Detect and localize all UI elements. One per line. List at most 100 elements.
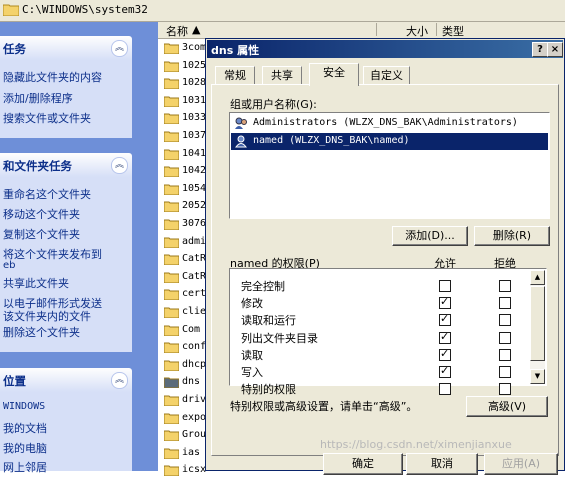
folder-icon [164,342,179,354]
apply-button[interactable]: 应用(A) [484,453,558,475]
column-header: 名称 ▲ 大小 类型 [158,22,565,39]
task-link[interactable]: 删除这个文件夹 [3,324,80,340]
folder-icon [164,78,179,90]
file-name: dhcp [182,358,207,370]
folder-icon [164,430,179,442]
allow-checkbox[interactable] [439,280,451,292]
tab-security[interactable]: 安全 [309,63,359,86]
panel-body-places: WINDOWS 我的文档 我的电脑 网上邻居 [0,392,132,474]
place-link[interactable]: 我的文档 [3,420,47,436]
folder-icon [164,184,179,195]
user-row-administrators[interactable]: Administrators (WLZX_DNS_BAK\Administrat… [231,115,548,132]
allow-checkbox[interactable] [439,330,451,344]
address-bar[interactable]: C:\WINDOWS\system32 [0,0,565,22]
user-icon [235,135,247,148]
permission-name: 完全控制 [241,280,285,293]
group-label: 组或用户名称(G): [230,98,317,111]
file-name: Com [182,323,201,335]
task-link[interactable]: eb [3,260,16,271]
help-button[interactable]: ? [532,42,548,57]
allow-checkbox[interactable] [439,347,451,361]
panel-header-folder-tasks[interactable]: 和文件夹任务 ︽ [0,153,132,177]
folder-icon [164,307,179,318]
file-name: CatR [182,253,207,265]
permission-row: 读取 [241,346,531,363]
column-separator[interactable] [376,23,377,36]
task-link[interactable]: 复制这个文件夹 [3,226,80,242]
close-button[interactable]: × [547,42,563,57]
panel-title: 位置 [3,374,26,388]
deny-checkbox[interactable] [499,280,511,292]
collapse-chevron-icon[interactable]: ︽ [111,372,128,389]
task-link[interactable]: 移动这个文件夹 [3,206,80,222]
task-link[interactable]: 重命名这个文件夹 [3,186,91,202]
user-row-named[interactable]: named (WLZX_DNS_BAK\named) [231,133,548,150]
panel-header-tasks[interactable]: 任务 ︽ [0,36,132,60]
tab-customize[interactable]: 自定义 [363,66,410,85]
task-pane: 任务 ︽ 隐藏此文件夹的内容 添加/删除程序 搜索文件或文件夹 和文件夹任务 ︽… [0,22,158,474]
permission-name: 写入 [241,366,263,379]
permission-name: 读取 [241,348,263,362]
folder-icon [164,43,179,54]
file-name: 1037 [182,130,207,141]
task-link[interactable]: 添加/删除程序 [3,90,73,106]
tab-general[interactable]: 常规 [215,66,255,85]
cancel-button[interactable]: 取消 [406,453,478,475]
task-link[interactable]: 搜索文件或文件夹 [3,110,91,126]
add-button[interactable]: 添加(D)... [392,226,468,246]
dialog-titlebar[interactable]: dns 属性 ? × [207,40,563,58]
allow-checkbox[interactable] [439,312,451,327]
advanced-button[interactable]: 高级(V) [466,396,548,417]
deny-checkbox[interactable] [499,331,511,344]
deny-checkbox[interactable] [499,348,511,361]
column-name[interactable]: 名称 [166,23,188,39]
user-group-icon [235,117,247,129]
file-name: expo [182,411,207,423]
deny-checkbox[interactable] [499,314,511,327]
task-link[interactable]: 隐藏此文件夹的内容 [3,69,102,85]
place-link[interactable]: 我的电脑 [3,440,47,456]
folder-icon [164,237,179,248]
file-name: 1031 [182,94,207,106]
file-name: dns [182,376,201,388]
allow-checkbox[interactable] [439,295,451,310]
ok-button[interactable]: 确定 [323,453,403,475]
task-link[interactable]: 该文件夹内的文件 [3,308,91,324]
place-link[interactable]: WINDOWS [3,401,45,412]
folder-icon [164,360,179,371]
column-type[interactable]: 类型 [442,23,464,39]
deny-checkbox[interactable] [499,366,511,378]
folder-icon [164,131,179,142]
task-link[interactable]: 将这个文件夹发布到 [3,246,102,262]
place-link[interactable]: 网上邻居 [3,459,47,475]
task-link[interactable]: 共享此文件夹 [3,275,69,291]
folder-icon [164,272,179,283]
folder-icon [164,149,179,160]
file-name: CatR [182,270,207,282]
file-name: 3com [182,42,207,53]
file-name: cert [182,288,207,300]
deny-checkbox[interactable] [499,297,511,310]
file-name: 2052 [182,200,207,212]
permission-row: 特别的权限 [241,380,531,397]
column-separator[interactable] [436,23,437,36]
remove-button[interactable]: 删除(R) [474,226,550,246]
scroll-up-arrow-icon[interactable]: ▲ [530,270,545,285]
tab-sharing[interactable]: 共享 [262,66,302,85]
scroll-thumb[interactable] [530,286,545,361]
file-name: icsx [182,464,207,476]
allow-checkbox[interactable] [439,364,451,378]
permission-name: 读取和运行 [241,314,296,328]
folder-icon [164,61,179,72]
permission-row: 完全控制 [241,277,531,294]
panel-header-places[interactable]: 位置 ︽ [0,368,132,392]
deny-checkbox[interactable] [499,383,511,396]
collapse-chevron-icon[interactable]: ︽ [111,157,128,174]
dialog-title: dns 属性 [211,44,260,57]
user-name: named (WLZX_DNS_BAK\named) [253,135,410,146]
collapse-chevron-icon[interactable]: ︽ [111,40,128,57]
scroll-down-arrow-icon[interactable]: ▼ [530,369,545,384]
file-name: conf [182,341,207,353]
allow-checkbox[interactable] [439,383,451,396]
column-size[interactable]: 大小 [406,23,428,39]
